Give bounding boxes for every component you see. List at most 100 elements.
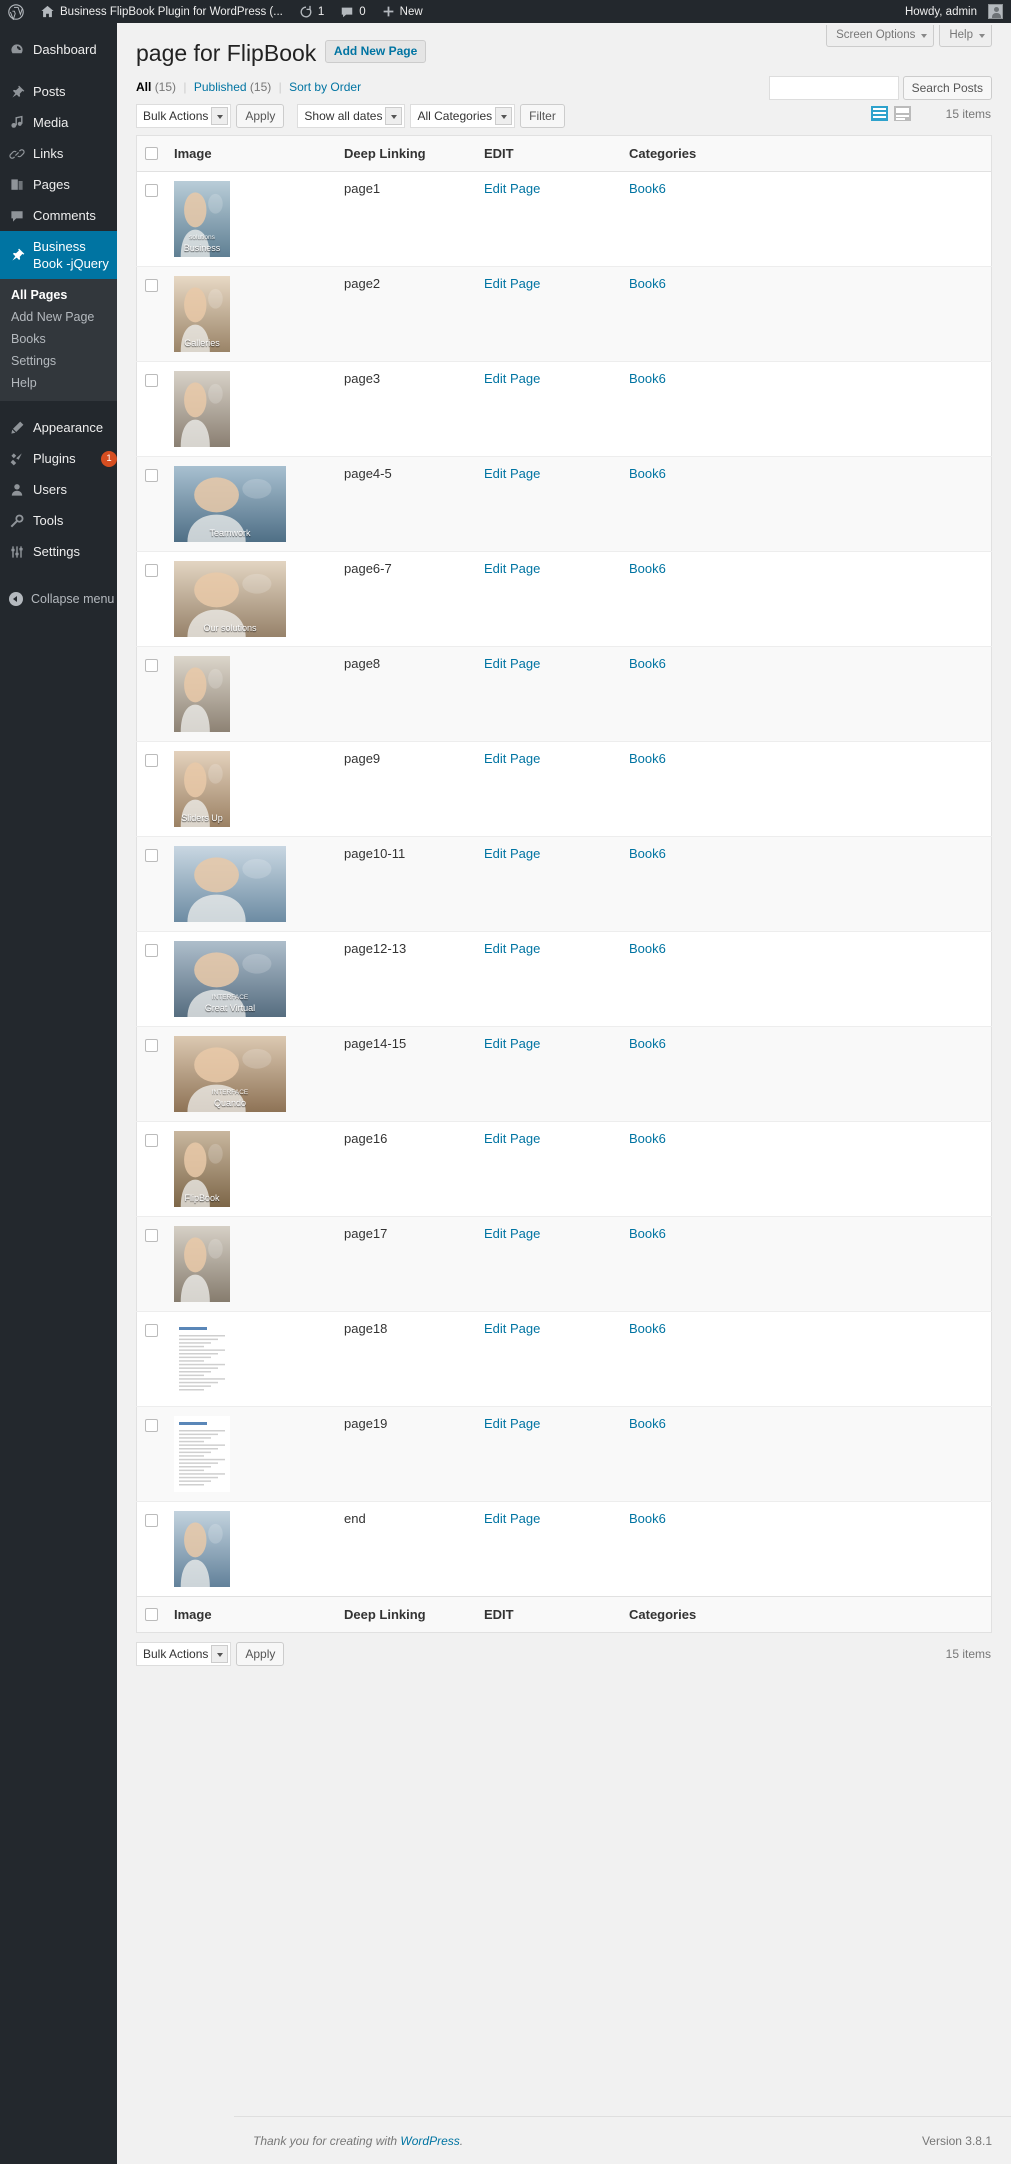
- sidebar-item-users[interactable]: Users: [0, 474, 117, 505]
- search-posts-button[interactable]: Search Posts: [902, 76, 992, 100]
- adminbar-comments[interactable]: 0: [332, 0, 373, 23]
- row-checkbox[interactable]: [145, 1419, 158, 1432]
- help-tab[interactable]: Help: [939, 25, 992, 47]
- edit-page-link[interactable]: Edit Page: [484, 466, 540, 481]
- category-link[interactable]: Book6: [629, 1226, 666, 1241]
- row-checkbox[interactable]: [145, 469, 158, 482]
- category-link[interactable]: Book6: [629, 1321, 666, 1336]
- screen-options-tab[interactable]: Screen Options: [826, 25, 935, 47]
- edit-page-link[interactable]: Edit Page: [484, 561, 540, 576]
- bulk-actions-select-bottom[interactable]: Bulk Actions: [136, 1642, 232, 1666]
- edit-page-link[interactable]: Edit Page: [484, 1321, 540, 1336]
- category-link[interactable]: Book6: [629, 751, 666, 766]
- sidebar-item-media[interactable]: Media: [0, 107, 117, 138]
- row-checkbox[interactable]: [145, 849, 158, 862]
- row-checkbox[interactable]: [145, 279, 158, 292]
- edit-page-link[interactable]: Edit Page: [484, 276, 540, 291]
- category-link[interactable]: Book6: [629, 276, 666, 291]
- row-checkbox[interactable]: [145, 374, 158, 387]
- row-checkbox[interactable]: [145, 1324, 158, 1337]
- category-link[interactable]: Book6: [629, 846, 666, 861]
- collapse-menu-button[interactable]: Collapse menu: [0, 585, 117, 613]
- sidebar-item-pages[interactable]: Pages: [0, 169, 117, 200]
- page-thumbnail[interactable]: [174, 1511, 230, 1587]
- adminbar-wp-logo[interactable]: [0, 0, 32, 23]
- page-thumbnail[interactable]: Our solutions: [174, 561, 286, 637]
- category-link[interactable]: Book6: [629, 656, 666, 671]
- category-link[interactable]: Book6: [629, 1131, 666, 1146]
- sidebar-subitem-settings[interactable]: Settings: [0, 350, 117, 372]
- sidebar-item-links[interactable]: Links: [0, 138, 117, 169]
- row-checkbox[interactable]: [145, 659, 158, 672]
- page-thumbnail[interactable]: INTERFACE Great Virtual: [174, 941, 286, 1017]
- row-checkbox[interactable]: [145, 184, 158, 197]
- row-checkbox[interactable]: [145, 1229, 158, 1242]
- select-all-checkbox[interactable]: [145, 147, 158, 160]
- page-thumbnail[interactable]: [174, 371, 230, 447]
- page-thumbnail[interactable]: [174, 1226, 230, 1302]
- page-thumbnail[interactable]: INTERFACE Quando: [174, 1036, 286, 1112]
- edit-page-link[interactable]: Edit Page: [484, 846, 540, 861]
- edit-page-link[interactable]: Edit Page: [484, 181, 540, 196]
- filter-button[interactable]: Filter: [520, 104, 565, 128]
- view-published-link[interactable]: Published: [194, 80, 247, 94]
- search-input[interactable]: [768, 76, 899, 100]
- edit-page-link[interactable]: Edit Page: [484, 656, 540, 671]
- sidebar-item-appearance[interactable]: Appearance: [0, 412, 117, 443]
- page-thumbnail[interactable]: Teamwork: [174, 466, 286, 542]
- row-checkbox[interactable]: [145, 754, 158, 767]
- sidebar-item-comments[interactable]: Comments: [0, 200, 117, 231]
- wordpress-link[interactable]: WordPress: [400, 2134, 459, 2148]
- page-thumbnail[interactable]: [174, 1416, 230, 1492]
- row-checkbox[interactable]: [145, 1039, 158, 1052]
- edit-page-link[interactable]: Edit Page: [484, 371, 540, 386]
- category-link[interactable]: Book6: [629, 1511, 666, 1526]
- list-view-icon[interactable]: [870, 104, 889, 123]
- category-link[interactable]: Book6: [629, 371, 666, 386]
- category-link[interactable]: Book6: [629, 1036, 666, 1051]
- category-link[interactable]: Book6: [629, 1416, 666, 1431]
- adminbar-new-content[interactable]: New: [374, 0, 431, 23]
- sidebar-item-business-book-jquery[interactable]: Business Book -jQuery: [0, 231, 117, 279]
- edit-page-link[interactable]: Edit Page: [484, 941, 540, 956]
- category-link[interactable]: Book6: [629, 941, 666, 956]
- category-filter-select[interactable]: All Categories: [410, 104, 516, 128]
- apply-button-bottom[interactable]: Apply: [236, 1642, 285, 1666]
- page-thumbnail[interactable]: solutions Business: [174, 181, 230, 257]
- sidebar-item-posts[interactable]: Posts: [0, 76, 117, 107]
- sidebar-item-plugins[interactable]: Plugins 1: [0, 443, 117, 474]
- adminbar-updates[interactable]: 1: [291, 0, 332, 23]
- category-link[interactable]: Book6: [629, 561, 666, 576]
- adminbar-my-account[interactable]: Howdy, admin: [897, 0, 1011, 23]
- row-checkbox[interactable]: [145, 1514, 158, 1527]
- edit-page-link[interactable]: Edit Page: [484, 1416, 540, 1431]
- page-thumbnail[interactable]: [174, 1321, 230, 1397]
- edit-page-link[interactable]: Edit Page: [484, 1226, 540, 1241]
- row-checkbox[interactable]: [145, 944, 158, 957]
- sidebar-item-tools[interactable]: Tools: [0, 505, 117, 536]
- sidebar-subitem-books[interactable]: Books: [0, 328, 117, 350]
- sidebar-item-settings[interactable]: Settings: [0, 536, 117, 567]
- category-link[interactable]: Book6: [629, 466, 666, 481]
- sort-by-order-link[interactable]: Sort by Order: [289, 80, 361, 94]
- view-all-link[interactable]: All: [136, 80, 151, 94]
- excerpt-view-icon[interactable]: [893, 104, 912, 123]
- apply-button-top[interactable]: Apply: [236, 104, 285, 128]
- edit-page-link[interactable]: Edit Page: [484, 1131, 540, 1146]
- row-checkbox[interactable]: [145, 1134, 158, 1147]
- sidebar-item-dashboard[interactable]: Dashboard: [0, 34, 117, 65]
- sidebar-subitem-add-new-page[interactable]: Add New Page: [0, 306, 117, 328]
- page-thumbnail[interactable]: [174, 846, 286, 922]
- edit-page-link[interactable]: Edit Page: [484, 1511, 540, 1526]
- page-thumbnail[interactable]: FlipBook: [174, 1131, 230, 1207]
- page-thumbnail[interactable]: Sliders Up: [174, 751, 230, 827]
- add-new-page-button[interactable]: Add New Page: [324, 40, 427, 63]
- bulk-actions-select-top[interactable]: Bulk Actions: [136, 104, 232, 128]
- edit-page-link[interactable]: Edit Page: [484, 1036, 540, 1051]
- page-thumbnail[interactable]: [174, 656, 230, 732]
- adminbar-site-name[interactable]: Business FlipBook Plugin for WordPress (…: [32, 0, 291, 23]
- row-checkbox[interactable]: [145, 564, 158, 577]
- sidebar-subitem-help[interactable]: Help: [0, 372, 117, 394]
- category-link[interactable]: Book6: [629, 181, 666, 196]
- page-thumbnail[interactable]: Galleries: [174, 276, 230, 352]
